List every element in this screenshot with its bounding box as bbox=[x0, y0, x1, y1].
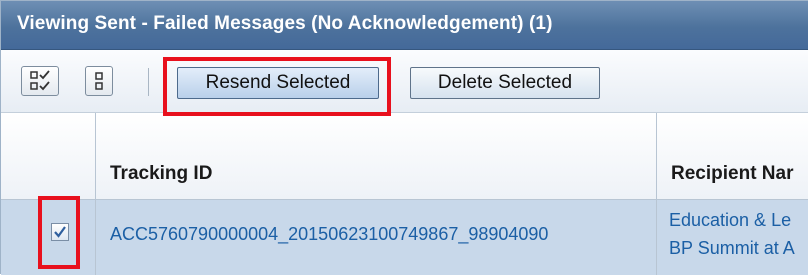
failed-messages-panel: Viewing Sent - Failed Messages (No Ackno… bbox=[0, 0, 808, 275]
select-all-checkmarks-icon bbox=[30, 70, 50, 91]
column-header-tracking-id[interactable]: Tracking ID bbox=[96, 113, 657, 199]
table-header: Tracking ID Recipient Nar bbox=[1, 113, 808, 200]
recipient-name-cell: Education & Le BP Summit at A bbox=[657, 200, 808, 275]
toolbar: Resend Selected Delete Selected bbox=[1, 50, 808, 113]
table-row[interactable]: ACC5760790000004_20150623100749867_98904… bbox=[1, 200, 808, 275]
recipient-name-line[interactable]: Education & Le bbox=[669, 210, 791, 231]
deselect-all-icon bbox=[95, 72, 103, 90]
select-all-button[interactable] bbox=[21, 66, 59, 96]
row-selection-cell bbox=[1, 200, 96, 275]
panel-title: Viewing Sent - Failed Messages (No Ackno… bbox=[17, 13, 553, 34]
resend-selected-button[interactable]: Resend Selected bbox=[177, 67, 379, 99]
tracking-id-cell: ACC5760790000004_20150623100749867_98904… bbox=[96, 200, 657, 275]
column-header-label: Tracking ID bbox=[110, 163, 213, 184]
delete-selected-button[interactable]: Delete Selected bbox=[410, 67, 600, 99]
panel-title-bar: Viewing Sent - Failed Messages (No Ackno… bbox=[1, 1, 808, 50]
tracking-id-link[interactable]: ACC5760790000004_20150623100749867_98904… bbox=[110, 224, 548, 245]
column-header-recipient-name[interactable]: Recipient Nar bbox=[657, 113, 808, 199]
checkmark-icon bbox=[54, 226, 66, 238]
recipient-name-line[interactable]: BP Summit at A bbox=[669, 238, 795, 259]
column-header-label: Recipient Nar bbox=[671, 163, 794, 184]
row-checkbox[interactable] bbox=[51, 223, 69, 241]
selection-column-header bbox=[1, 113, 96, 199]
deselect-all-button[interactable] bbox=[85, 66, 113, 96]
toolbar-divider bbox=[148, 68, 149, 96]
